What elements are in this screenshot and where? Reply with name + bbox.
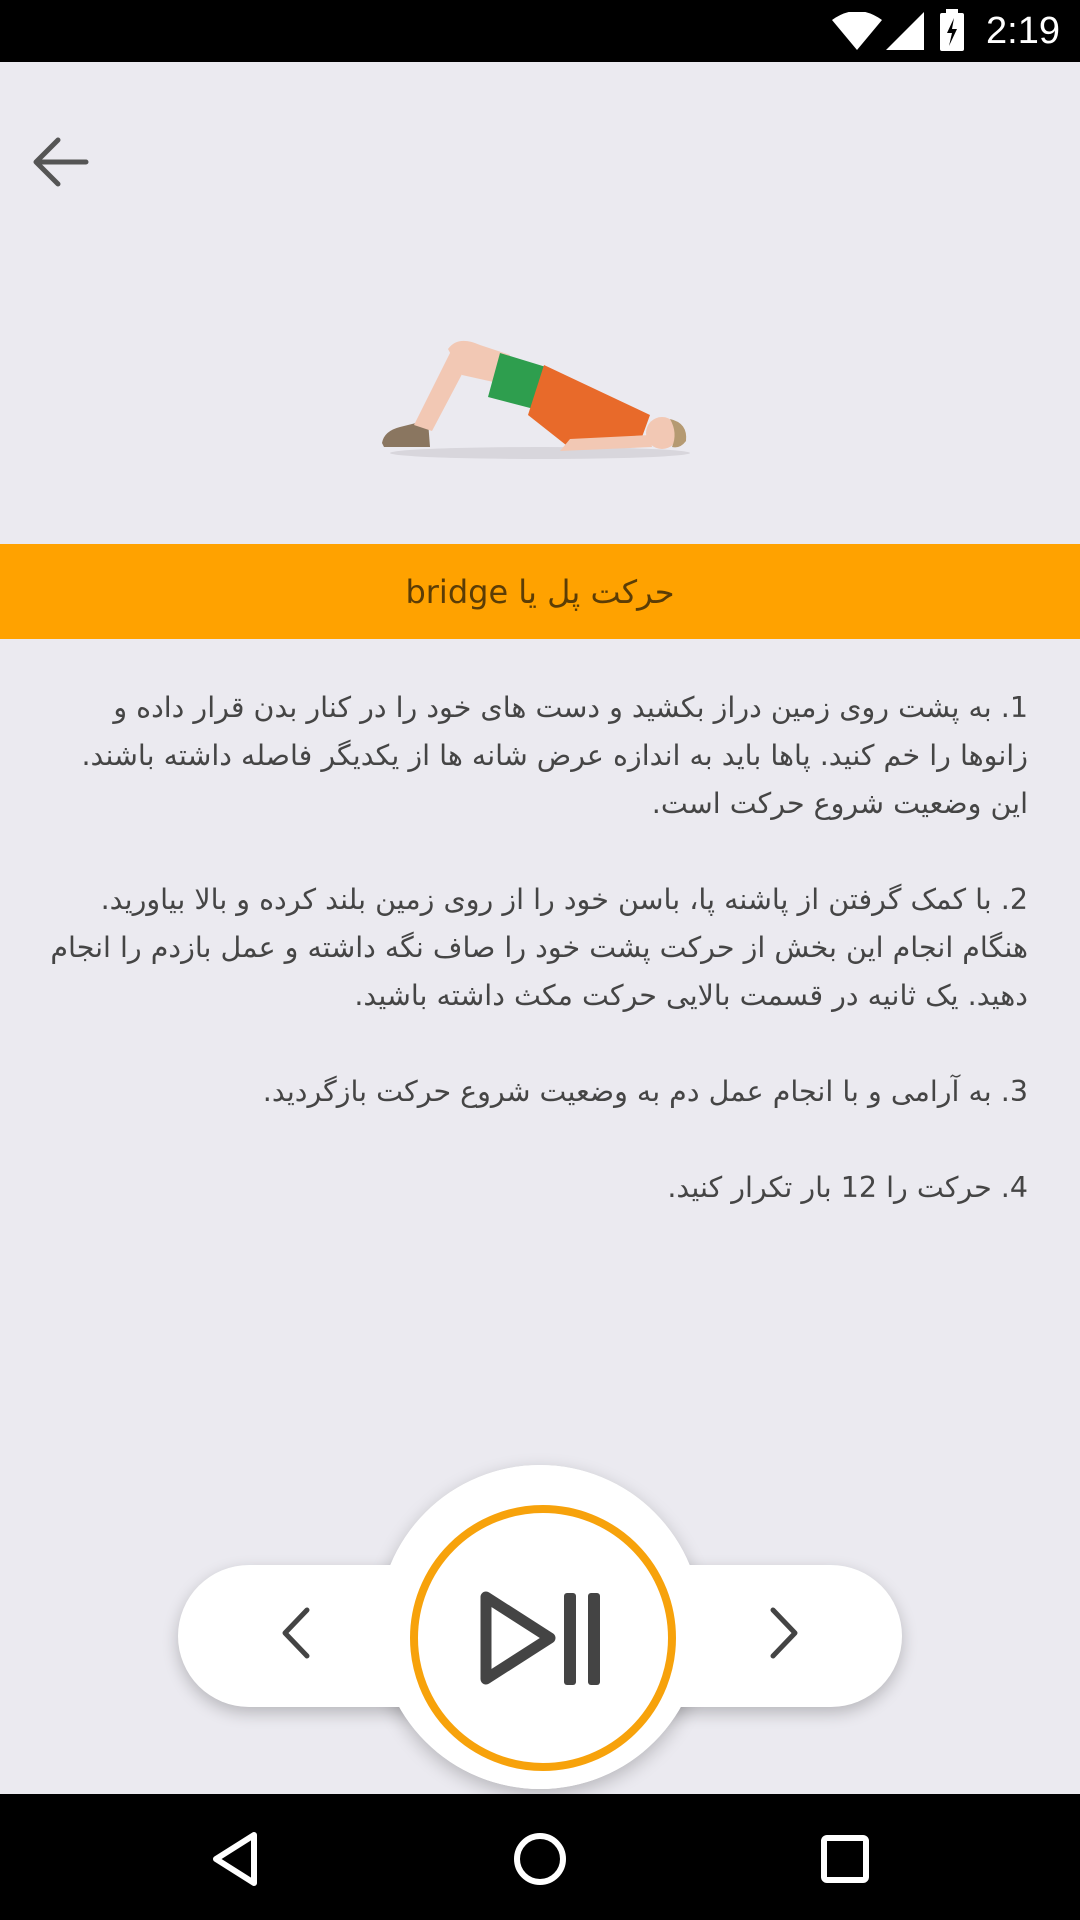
play-pause-icon <box>480 1591 600 1685</box>
nav-home-icon <box>514 1833 566 1885</box>
back-button[interactable] <box>22 126 98 198</box>
instruction-step-4: 4. حرکت را 12 بار تکرار کنید. <box>667 1171 1028 1204</box>
instruction-step-3: 3. به آرامی و با انجام عمل دم به وضعیت ش… <box>262 1075 1028 1108</box>
nav-recents-button[interactable] <box>810 1824 880 1894</box>
status-bar: 2:19 <box>0 0 1080 62</box>
battery-icon <box>940 9 964 51</box>
exercise-title-banner: حرکت پل یا bridge <box>0 544 1080 639</box>
wifi-icon <box>832 12 882 50</box>
bridge-exercise-illustration <box>382 340 690 459</box>
arrow-left-icon <box>33 137 89 187</box>
exercise-title: حرکت پل یا bridge <box>405 572 675 611</box>
nav-back-button[interactable] <box>200 1824 270 1894</box>
play-pause-button[interactable] <box>410 1505 676 1771</box>
system-navigation-bar <box>0 1794 1080 1920</box>
chevron-left-icon <box>282 1607 310 1659</box>
nav-home-button[interactable] <box>505 1824 575 1894</box>
instruction-step-1: 1. به پشت روی زمین دراز بکشید و دست های … <box>81 691 1028 820</box>
nav-back-icon <box>213 1832 257 1886</box>
signal-icon <box>886 12 924 50</box>
next-exercise-button[interactable] <box>756 1598 812 1668</box>
instruction-step-2: 2. با کمک گرفتن از پاشنه پا، باسن خود را… <box>50 883 1028 1012</box>
chevron-right-icon <box>770 1607 798 1659</box>
instructions: 1. به پشت روی زمین دراز بکشید و دست های … <box>50 684 1028 1260</box>
nav-recents-icon <box>821 1835 869 1883</box>
previous-exercise-button[interactable] <box>268 1598 324 1668</box>
status-time: 2:19 <box>986 10 1060 52</box>
